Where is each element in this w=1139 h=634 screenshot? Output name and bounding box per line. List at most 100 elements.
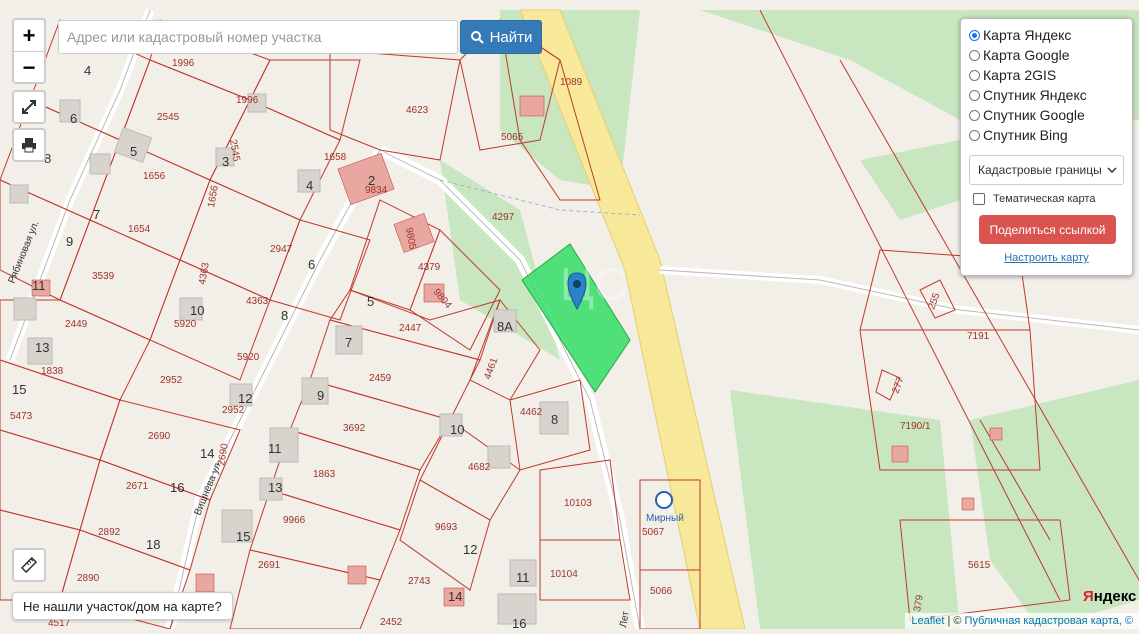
base-layer-yandex-map[interactable]: Карта Яндекс (969, 25, 1124, 45)
svg-text:13: 13 (268, 480, 282, 495)
svg-text:2743: 2743 (408, 576, 431, 587)
svg-text:5: 5 (130, 144, 137, 159)
svg-text:10103: 10103 (564, 498, 592, 509)
svg-text:10: 10 (450, 422, 464, 437)
svg-text:15: 15 (12, 382, 26, 397)
svg-text:16: 16 (170, 480, 184, 495)
svg-text:2947: 2947 (270, 244, 293, 255)
svg-text:1089: 1089 (560, 77, 583, 88)
svg-text:4: 4 (84, 63, 91, 78)
svg-text:5: 5 (367, 294, 374, 309)
svg-text:4363: 4363 (246, 296, 269, 307)
svg-text:10104: 10104 (550, 569, 578, 580)
zoom-in-button[interactable]: + (14, 20, 44, 51)
base-layer-label: Карта Яндекс (983, 27, 1072, 43)
pkk-link[interactable]: Публичная кадастровая карта, © (965, 615, 1133, 627)
svg-text:18: 18 (146, 537, 160, 552)
svg-text:9: 9 (66, 234, 73, 249)
svg-text:9: 9 (317, 388, 324, 403)
svg-text:5920: 5920 (237, 352, 260, 363)
search-button[interactable]: Найти (460, 20, 542, 54)
search-button-label: Найти (489, 28, 533, 46)
svg-text:7191: 7191 (967, 331, 990, 342)
svg-text:14: 14 (448, 589, 462, 604)
not-found-button[interactable]: Не нашли участок/дом на карте? (12, 592, 233, 620)
radio-icon (969, 69, 980, 81)
svg-text:2452: 2452 (380, 617, 403, 628)
yandex-logo-first: Я (1083, 588, 1094, 605)
thematic-map-toggle[interactable]: Тематическая карта (969, 193, 1124, 205)
svg-text:2: 2 (368, 173, 375, 188)
fullscreen-button[interactable] (12, 90, 46, 124)
svg-text:2671: 2671 (126, 481, 149, 492)
svg-text:8: 8 (281, 308, 288, 323)
base-layer-bing-satellite[interactable]: Спутник Bing (969, 125, 1124, 145)
configure-map-link[interactable]: Настроить карту (969, 252, 1124, 264)
svg-text:2690: 2690 (148, 431, 171, 442)
radio-icon (969, 109, 980, 121)
svg-text:15: 15 (236, 529, 250, 544)
svg-text:2892: 2892 (98, 527, 121, 538)
base-layer-label: Карта Google (983, 47, 1070, 63)
ruler-button[interactable] (12, 548, 46, 582)
svg-text:1996: 1996 (236, 95, 259, 106)
svg-text:5067: 5067 (642, 527, 665, 538)
svg-text:12: 12 (238, 391, 252, 406)
svg-text:2952: 2952 (160, 375, 183, 386)
svg-text:1656: 1656 (143, 171, 166, 182)
svg-text:9693: 9693 (435, 522, 458, 533)
yandex-logo[interactable]: Яндекс (1083, 588, 1136, 605)
overlay-select[interactable]: Кадастровые границы (969, 155, 1124, 185)
svg-text:11: 11 (32, 278, 46, 293)
fullscreen-icon (22, 100, 36, 114)
base-layer-google-satellite[interactable]: Спутник Google (969, 105, 1124, 125)
svg-text:14: 14 (200, 446, 214, 461)
thematic-map-checkbox[interactable] (973, 193, 985, 205)
radio-icon (969, 89, 980, 101)
share-link-button[interactable]: Поделиться ссылкой (979, 215, 1116, 244)
svg-text:6: 6 (308, 257, 315, 272)
base-layer-yandex-satellite[interactable]: Спутник Яндекс (969, 85, 1124, 105)
radio-icon (969, 29, 980, 41)
search-input[interactable] (58, 20, 458, 54)
base-layer-2gis-map[interactable]: Карта 2GIS (969, 65, 1124, 85)
print-button[interactable] (12, 128, 46, 162)
svg-text:10: 10 (190, 303, 204, 318)
svg-text:5066: 5066 (650, 586, 673, 597)
svg-text:11: 11 (268, 441, 282, 456)
svg-text:1838: 1838 (41, 366, 64, 377)
svg-text:5473: 5473 (10, 411, 33, 422)
svg-text:2459: 2459 (369, 373, 392, 384)
svg-text:1996: 1996 (172, 58, 195, 69)
radio-icon (969, 49, 980, 61)
svg-text:12: 12 (463, 542, 477, 557)
ruler-icon (20, 556, 38, 574)
svg-text:8: 8 (551, 412, 558, 427)
leaflet-link[interactable]: Leaflet (911, 615, 944, 627)
svg-text:4297: 4297 (492, 212, 515, 223)
radio-icon (969, 129, 980, 141)
svg-text:4379: 4379 (418, 262, 441, 273)
base-layer-google-map[interactable]: Карта Google (969, 45, 1124, 65)
thematic-map-label: Тематическая карта (993, 193, 1096, 205)
svg-text:1658: 1658 (324, 152, 347, 163)
yandex-logo-rest: ндекс (1093, 588, 1137, 605)
base-layer-label: Спутник Google (983, 107, 1085, 123)
bus-stop-label: Мирный (646, 513, 684, 524)
svg-text:6: 6 (70, 111, 77, 126)
svg-text:5065: 5065 (501, 132, 524, 143)
svg-text:7: 7 (93, 207, 100, 222)
zoom-out-button[interactable]: − (14, 51, 44, 83)
bus-stop-icon (655, 491, 673, 509)
print-icon (22, 138, 36, 153)
svg-text:2890: 2890 (77, 573, 100, 584)
attribution: Leaflet | © Публичная кадастровая карта,… (905, 613, 1139, 629)
svg-text:13: 13 (35, 340, 49, 355)
base-layer-label: Спутник Bing (983, 127, 1068, 143)
svg-text:5920: 5920 (174, 319, 197, 330)
svg-text:4462: 4462 (520, 407, 543, 418)
svg-text:3: 3 (222, 154, 229, 169)
svg-text:1863: 1863 (313, 469, 336, 480)
overlay-select-value: Кадастровые границы (978, 163, 1102, 177)
svg-text:8А: 8А (497, 319, 513, 334)
